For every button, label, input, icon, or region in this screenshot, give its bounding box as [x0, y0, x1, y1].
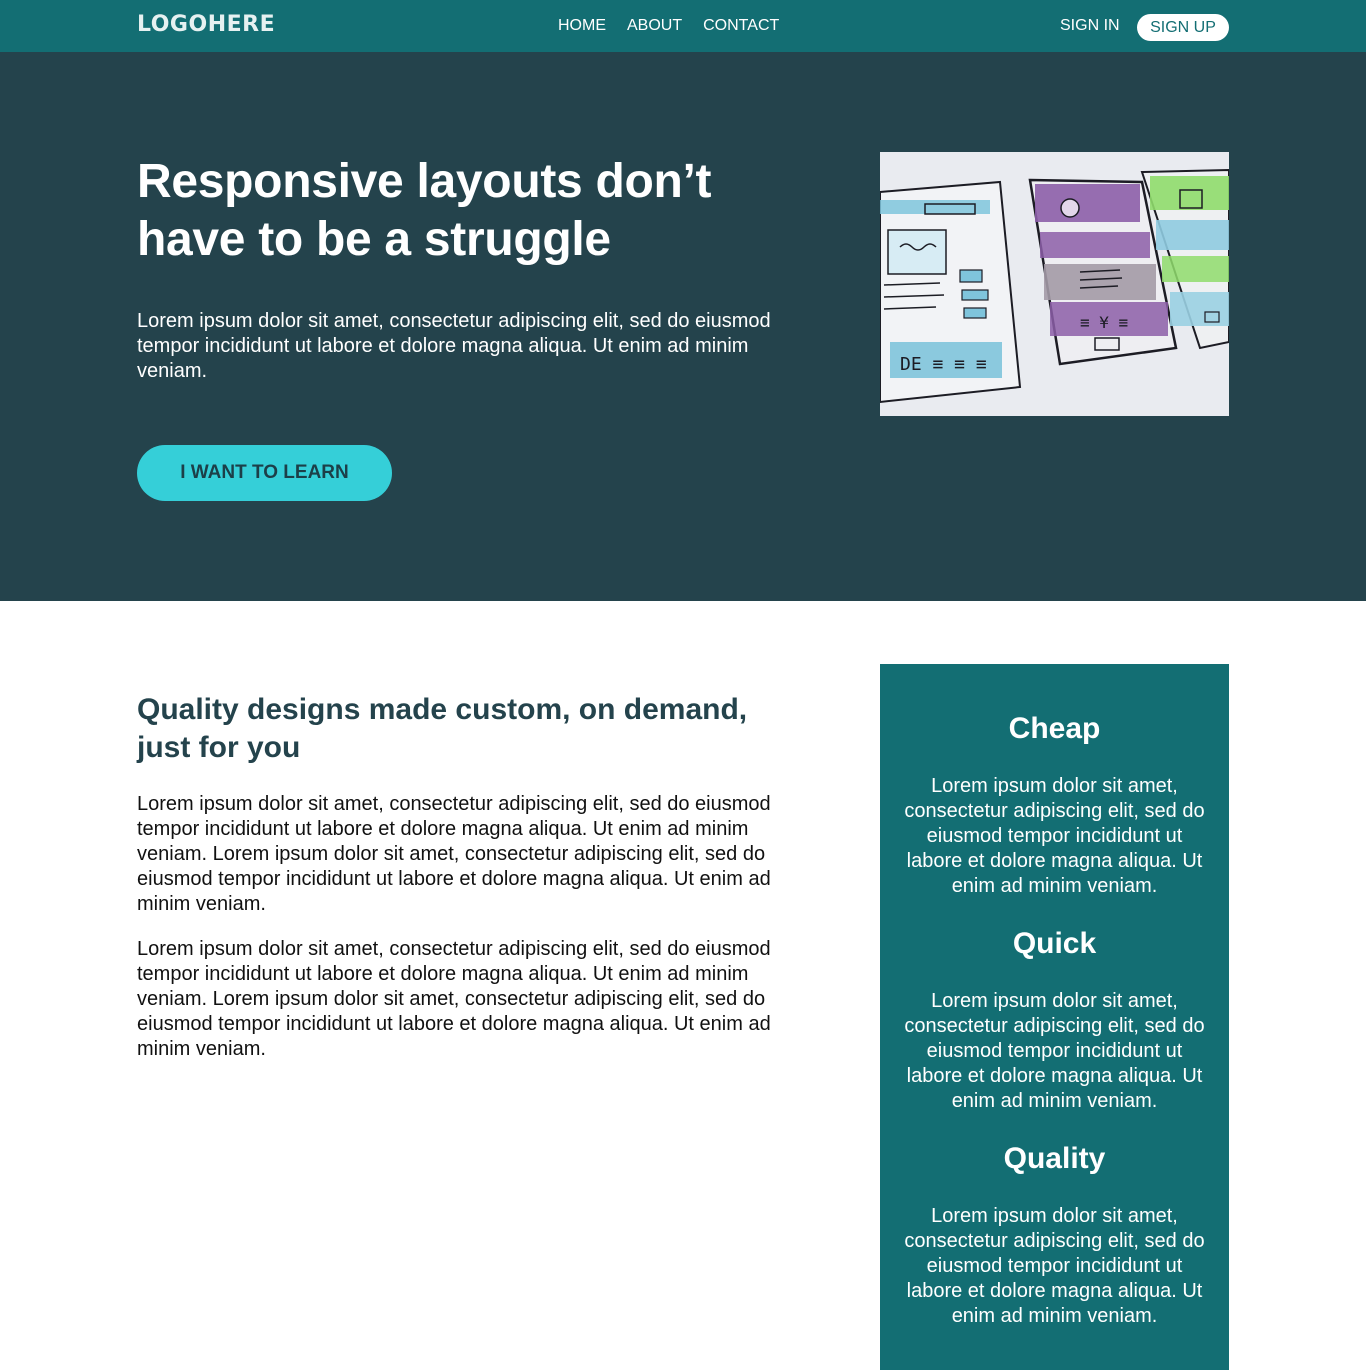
- main-menu: HOME ABOUT CONTACT: [558, 17, 779, 35]
- nav-link-home[interactable]: HOME: [558, 17, 606, 35]
- top-navbar: LOGOHERE HOME ABOUT CONTACT SIGN IN SIGN…: [0, 0, 1366, 52]
- wireframe-sketch-image: DE ≡ ≡ ≡ ≡ ¥ ≡: [880, 152, 1229, 416]
- section-title: Quality designs made custom, on demand, …: [137, 693, 748, 764]
- features-sidebar: Cheap Lorem ipsum dolor sit amet, consec…: [880, 664, 1229, 1370]
- feature-text-quick: Lorem ipsum dolor sit amet, consectetur …: [904, 990, 1205, 1112]
- hero-section: Responsive layouts don’t have to be a st…: [0, 52, 1366, 601]
- section-paragraph-2: Lorem ipsum dolor sit amet, consectetur …: [137, 938, 771, 1060]
- feature-title-quick: Quick: [1012, 927, 1097, 960]
- sign-up-button[interactable]: SIGN UP: [1137, 14, 1229, 41]
- svg-text:DE ≡ ≡ ≡: DE ≡ ≡ ≡: [900, 354, 987, 375]
- svg-text:≡ ¥ ≡: ≡ ¥ ≡: [1080, 313, 1128, 332]
- feature-title-quality: Quality: [1003, 1142, 1106, 1175]
- hero-title: Responsive layouts don’t have to be a st…: [137, 155, 712, 266]
- sign-in-link[interactable]: SIGN IN: [1060, 17, 1120, 35]
- learn-button[interactable]: I WANT TO LEARN: [137, 445, 392, 501]
- logo[interactable]: LOGOHERE: [137, 12, 275, 37]
- nav-link-about[interactable]: ABOUT: [627, 17, 682, 35]
- feature-text-quality: Lorem ipsum dolor sit amet, consectetur …: [904, 1205, 1205, 1327]
- section-paragraph-1: Lorem ipsum dolor sit amet, consectetur …: [137, 793, 771, 915]
- hero-text: Lorem ipsum dolor sit amet, consectetur …: [137, 310, 771, 382]
- feature-title-cheap: Cheap: [1008, 712, 1101, 745]
- nav-link-contact[interactable]: CONTACT: [703, 17, 779, 35]
- feature-text-cheap: Lorem ipsum dolor sit amet, consectetur …: [904, 775, 1205, 897]
